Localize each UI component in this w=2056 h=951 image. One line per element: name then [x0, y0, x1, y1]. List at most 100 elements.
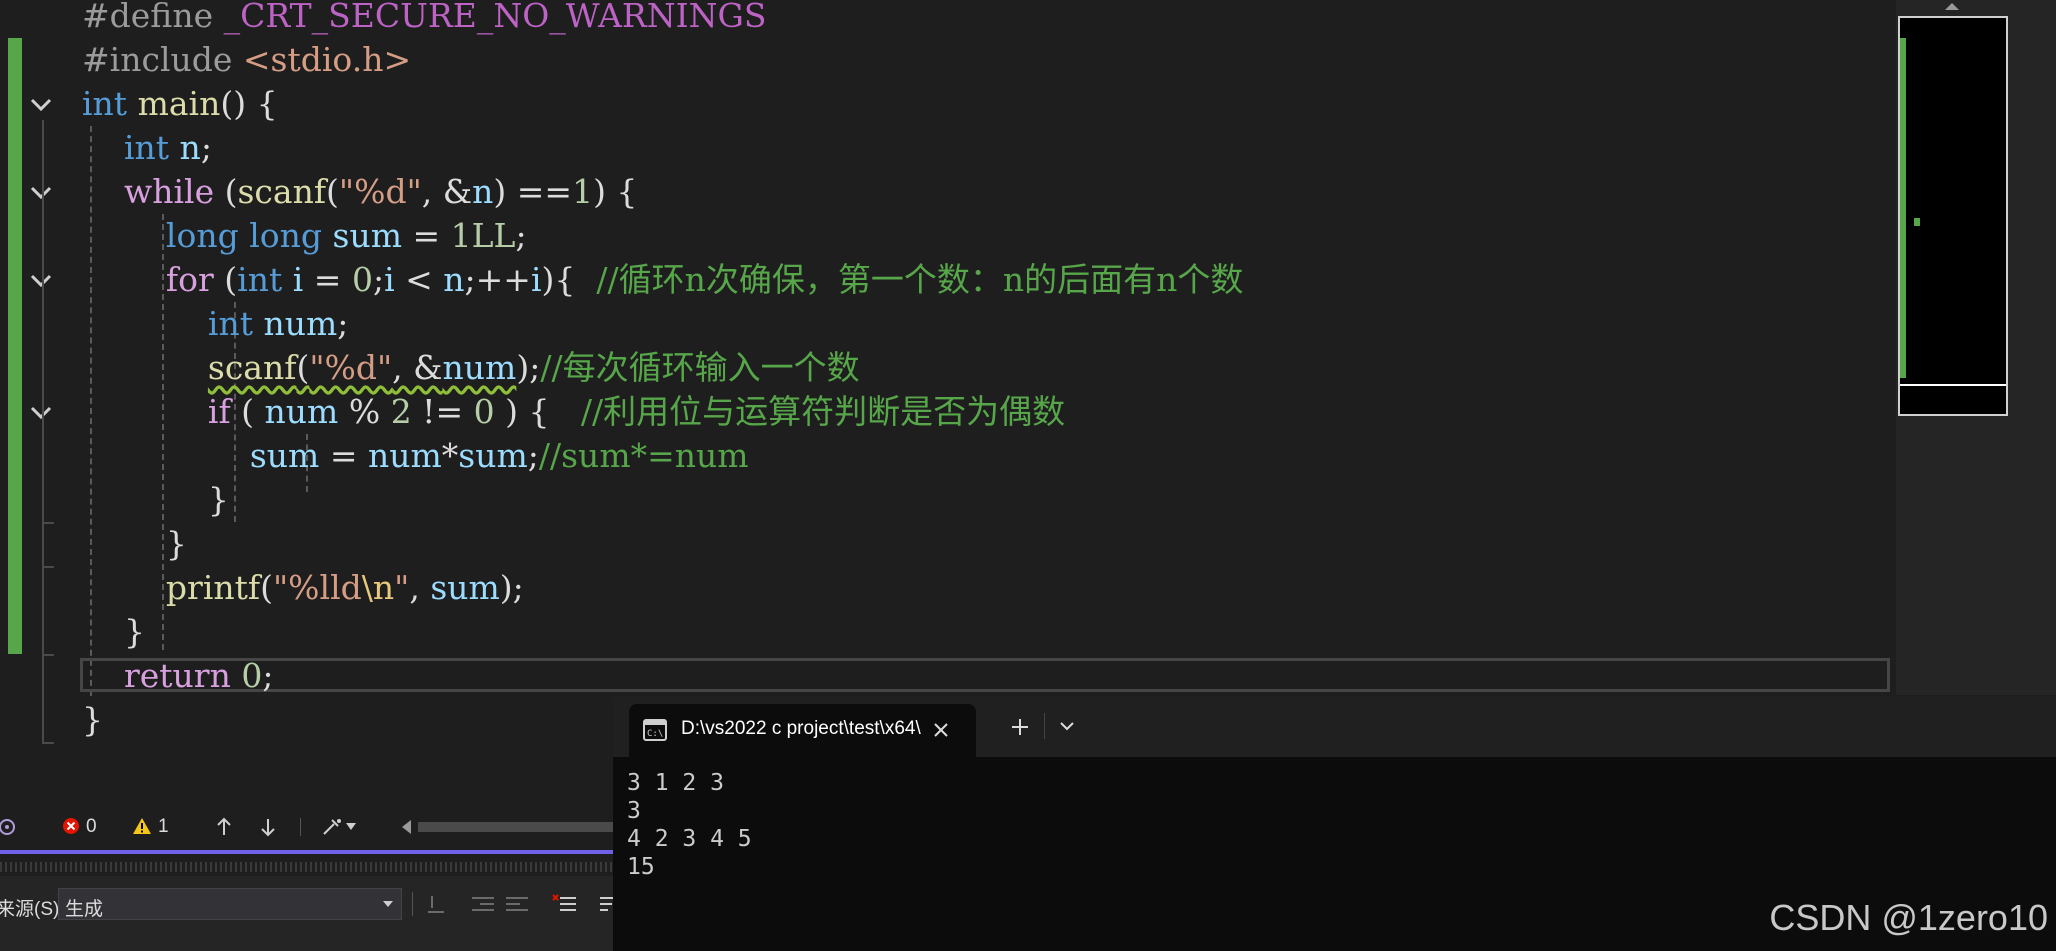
- change-indicator: [8, 38, 22, 654]
- code-line[interactable]: if ( num % 2 != 0 ) { //利用位与运算符判断是否为偶数: [82, 390, 1065, 434]
- close-icon[interactable]: [933, 722, 949, 738]
- fold-region-end: [42, 522, 54, 524]
- terminal-line: 3: [627, 798, 641, 824]
- code-line[interactable]: }: [82, 478, 229, 522]
- code-token: int: [82, 84, 128, 123]
- code-token: num: [442, 348, 517, 387]
- terminal-window[interactable]: C:\ D:\vs2022 c project\test\x64\D 3 1 2…: [613, 697, 2056, 951]
- code-line[interactable]: }: [82, 698, 103, 742]
- terminal-output[interactable]: 3 1 2 334 2 3 4 5 15: [627, 769, 752, 881]
- fold-chevron-icon[interactable]: [28, 92, 54, 118]
- code-token: while: [123, 172, 215, 211]
- horizontal-scrollbar[interactable]: [418, 822, 620, 832]
- fold-chevron-icon[interactable]: [28, 400, 54, 426]
- divider: [300, 818, 301, 836]
- code-token: *: [441, 436, 459, 475]
- code-token: 0: [473, 392, 495, 431]
- panel-grip[interactable]: [0, 862, 620, 872]
- code-editor[interactable]: #define _CRT_SECURE_NO_WARNINGS #include …: [0, 0, 1896, 810]
- clear-all-icon[interactable]: [552, 892, 578, 916]
- warning-icon[interactable]: [132, 817, 152, 835]
- arrow-up-icon[interactable]: [214, 816, 234, 838]
- error-icon[interactable]: [62, 817, 80, 835]
- code-token: ) ==: [493, 172, 573, 211]
- chevron-down-icon[interactable]: [1059, 721, 1075, 731]
- code-token: (: [260, 568, 273, 607]
- code-token: int: [123, 128, 170, 167]
- code-line[interactable]: }: [82, 610, 145, 654]
- terminal-line: 15: [627, 854, 655, 880]
- code-line[interactable]: long long sum = 1LL;: [82, 214, 527, 258]
- scroll-up-icon[interactable]: [1942, 0, 1962, 12]
- find-message-icon[interactable]: [424, 892, 448, 916]
- code-token: \n: [361, 568, 395, 607]
- dropdown-arrow-icon[interactable]: [346, 823, 356, 831]
- terminal-line: 4 2 3 4 5: [627, 826, 752, 852]
- code-token: <: [394, 260, 444, 299]
- arrow-down-icon[interactable]: [258, 816, 278, 838]
- minimap-viewport[interactable]: [1898, 16, 2008, 416]
- code-token: _CRT_SECURE_NO_WARNINGS: [223, 0, 767, 35]
- fold-region-end: [42, 566, 54, 568]
- fold-chevron-icon[interactable]: [28, 180, 54, 206]
- new-tab-icon[interactable]: [1011, 718, 1029, 736]
- code-token: //利用位与运算符判断是否为偶数: [580, 392, 1066, 431]
- code-line[interactable]: sum = num*sum;//sum*=num: [82, 434, 749, 478]
- next-message-icon[interactable]: [504, 892, 530, 916]
- code-line[interactable]: int num;: [82, 302, 349, 346]
- code-token: =: [303, 260, 352, 299]
- code-token: ,: [409, 568, 431, 607]
- warning-count[interactable]: 1: [158, 816, 169, 838]
- output-source-value: 生成: [65, 899, 104, 920]
- code-line[interactable]: printf("%lld\n", sum);: [82, 566, 524, 610]
- code-token: #define: [82, 0, 224, 35]
- output-source-select[interactable]: 生成: [58, 888, 402, 920]
- code-token: main: [137, 84, 221, 123]
- svg-text:C:\: C:\: [647, 729, 663, 739]
- code-token: (: [213, 260, 238, 299]
- code-line[interactable]: }: [82, 522, 187, 566]
- code-line[interactable]: #define _CRT_SECURE_NO_WARNINGS: [82, 0, 766, 38]
- code-token: int: [237, 260, 283, 299]
- code-token: }: [82, 480, 229, 519]
- previous-message-icon[interactable]: [470, 892, 496, 916]
- code-line[interactable]: for (int i = 0;i < n;++i){ //循环n次确保，第一个数…: [82, 258, 1243, 302]
- code-token: =: [319, 436, 368, 475]
- code-token: <stdio.h>: [242, 40, 412, 79]
- code-token: num: [367, 436, 442, 475]
- code-token: ;: [262, 656, 274, 695]
- terminal-tab-bar: C:\ D:\vs2022 c project\test\x64\D: [613, 697, 2056, 757]
- code-line[interactable]: int n;: [82, 126, 212, 170]
- code-cleanup-icon[interactable]: [320, 816, 344, 838]
- terminal-tab[interactable]: C:\ D:\vs2022 c project\test\x64\D: [629, 704, 976, 757]
- code-token: %: [338, 392, 391, 431]
- code-line[interactable]: int main() {: [82, 82, 278, 126]
- code-line[interactable]: return 0;: [82, 654, 273, 698]
- fold-chevron-icon[interactable]: [28, 268, 54, 294]
- code-token: 0: [351, 260, 373, 299]
- code-token: 1LL: [450, 216, 516, 255]
- code-token: () {: [220, 84, 278, 123]
- code-token: "%lld: [272, 568, 362, 607]
- editor-status-bar: 0 1: [0, 810, 620, 844]
- code-token: scanf: [237, 172, 327, 211]
- code-token: , &: [392, 348, 443, 387]
- code-line[interactable]: while (scanf("%d", &n) ==1) {: [82, 170, 637, 214]
- code-token: //每次循环输入一个数: [540, 348, 860, 387]
- divider: [1044, 713, 1045, 739]
- code-token: ){: [541, 260, 597, 299]
- minimap-scrollbar[interactable]: [1896, 0, 2056, 695]
- code-line[interactable]: #include <stdio.h>: [82, 38, 411, 82]
- intellisense-icon[interactable]: [0, 816, 18, 838]
- scroll-left-icon[interactable]: [402, 820, 412, 834]
- code-line[interactable]: scanf("%d", &num);//每次循环输入一个数: [82, 346, 860, 390]
- code-token: ;++: [464, 260, 531, 299]
- error-count[interactable]: 0: [86, 816, 97, 838]
